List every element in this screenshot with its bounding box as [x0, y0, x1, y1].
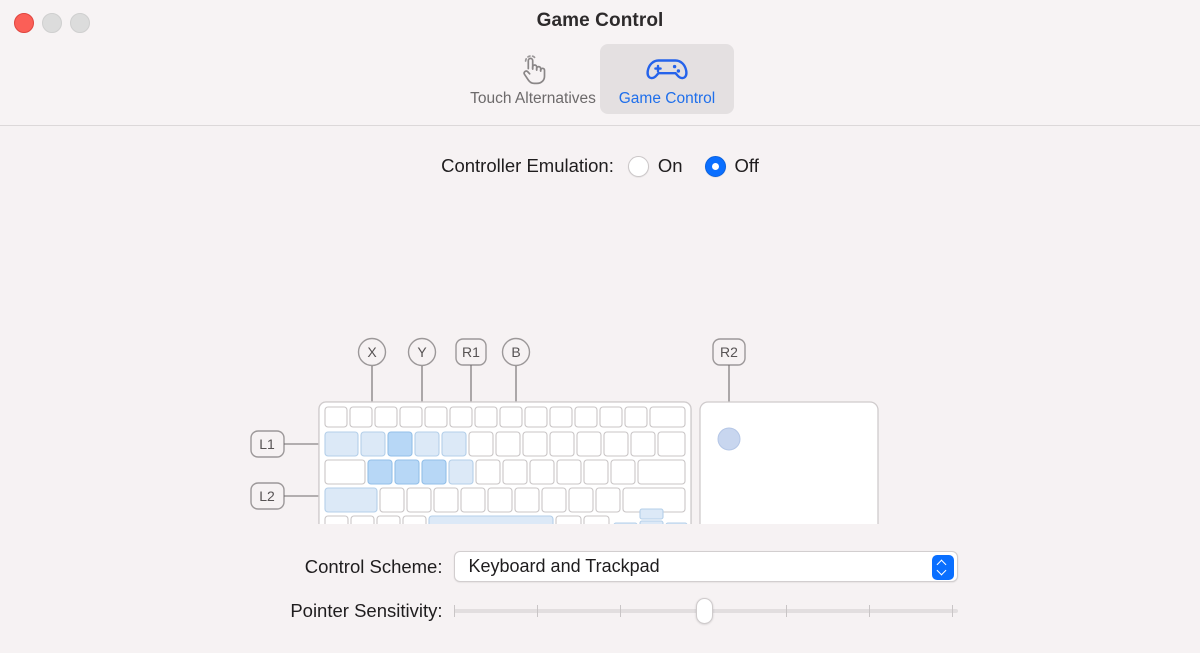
- controller-emulation-radio-group: On Off: [627, 155, 759, 177]
- tap-hand-icon: [466, 51, 600, 87]
- radio-off[interactable]: Off: [704, 155, 759, 177]
- svg-text:R1: R1: [462, 344, 480, 360]
- svg-text:X: X: [367, 344, 377, 360]
- keyboard-row-qwerty: [324, 431, 686, 457]
- controller-emulation-row: Controller Emulation: On Off: [0, 155, 1200, 177]
- tab-touch-alternatives[interactable]: Touch Alternatives: [466, 44, 600, 114]
- control-scheme-label: Control Scheme:: [304, 555, 443, 577]
- controller-emulation-label: Controller Emulation:: [441, 155, 614, 176]
- control-scheme-row: Control Scheme: Keyboard and Trackpad: [0, 551, 1200, 582]
- toolbar: Touch Alternatives Game Control: [0, 44, 1200, 114]
- content-area: Controller Emulation: On Off .key { fill…: [0, 126, 1200, 653]
- pointer-sensitivity-label: Pointer Sensitivity:: [290, 600, 443, 621]
- title-bar: Game Control Touch Alternatives Game Con…: [0, 0, 1200, 126]
- tab-game-control-label: Game Control: [618, 90, 716, 107]
- svg-text:Y: Y: [417, 344, 427, 360]
- control-scheme-select[interactable]: Keyboard and Trackpad: [453, 551, 958, 582]
- svg-text:R2: R2: [720, 344, 738, 360]
- radio-on-label: On: [657, 155, 683, 176]
- pointer-sensitivity-slider[interactable]: [453, 598, 958, 624]
- keyboard-row-home: [324, 459, 686, 485]
- radio-off-label: Off: [734, 155, 759, 176]
- control-scheme-value: Keyboard and Trackpad: [468, 556, 660, 576]
- radio-on-indicator[interactable]: [627, 155, 649, 177]
- radio-off-indicator[interactable]: [704, 155, 726, 177]
- badge-l2: L2: [250, 482, 322, 510]
- tab-touch-alternatives-label: Touch Alternatives: [470, 90, 596, 107]
- badge-l1: L1: [250, 430, 322, 458]
- pointer-sensitivity-row: Pointer Sensitivity:: [0, 598, 1200, 624]
- game-control-window: Game Control Touch Alternatives Game Con…: [0, 0, 1200, 653]
- svg-text:L2: L2: [259, 488, 275, 504]
- svg-text:B: B: [511, 344, 520, 360]
- keyboard-mapping-diagram: .key { fill:#ffffff; stroke:#c9c5c6; str…: [0, 204, 1200, 524]
- keyboard-graphic: [318, 401, 692, 524]
- slider-thumb[interactable]: [696, 598, 713, 624]
- keyboard-row-function: [324, 406, 686, 428]
- trackpad-touch-point: [717, 427, 741, 451]
- radio-on[interactable]: On: [627, 155, 683, 177]
- trackpad-graphic: [699, 401, 879, 524]
- gamepad-icon: [600, 51, 734, 87]
- svg-text:L1: L1: [259, 436, 275, 452]
- tab-game-control[interactable]: Game Control: [600, 44, 734, 114]
- chevron-updown-icon[interactable]: [931, 554, 954, 580]
- window-title: Game Control: [536, 10, 664, 31]
